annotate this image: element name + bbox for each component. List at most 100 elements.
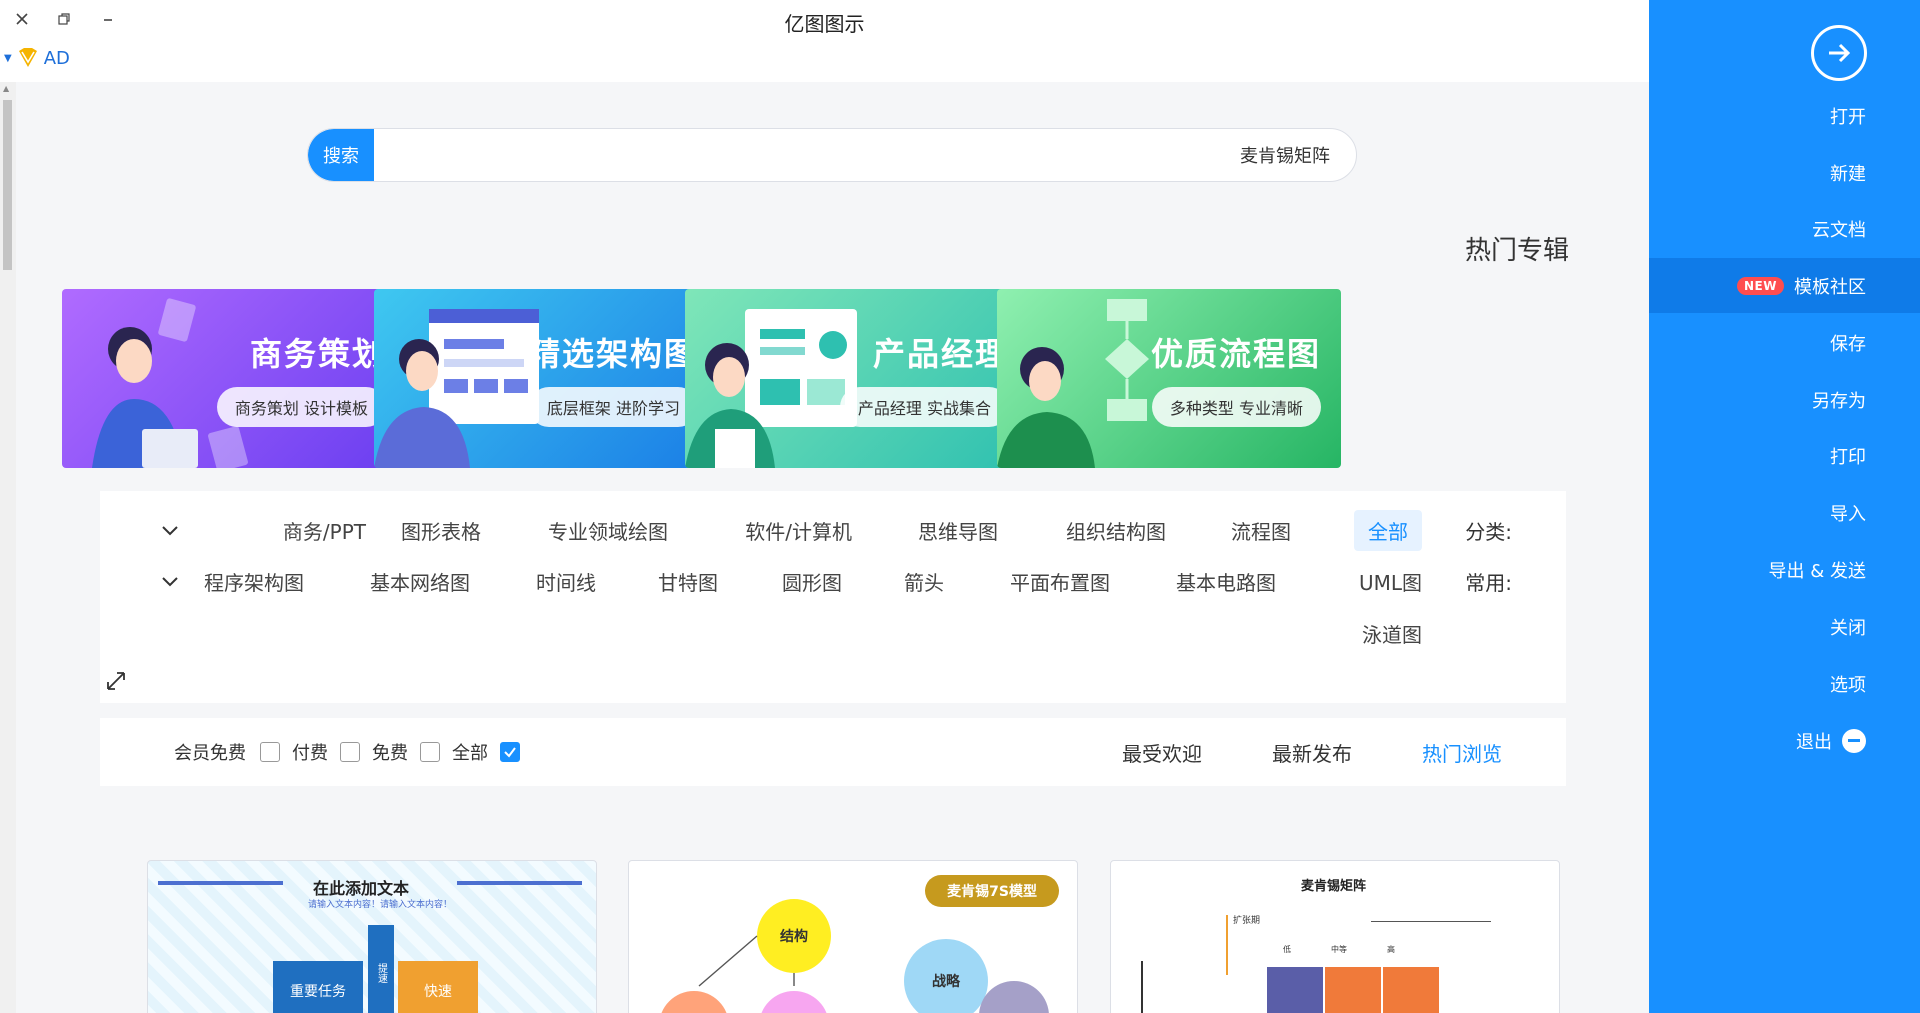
search-button[interactable]: 搜索 [308,129,374,181]
category-org-chart[interactable]: 组织结构图 [1066,516,1166,545]
card-arrow: 提速 [368,925,394,1013]
common-arrow[interactable]: 箭头 [904,567,944,596]
banner-product-manager[interactable]: 产品经理 产品经理 实战集合 [685,289,1029,468]
vip-diamond-icon [18,48,37,67]
category-flowchart[interactable]: 流程图 [1231,516,1291,545]
category-graphic-table[interactable]: 图形表格 [401,516,481,545]
tab-most-popular[interactable]: 最受欢迎 [1122,738,1202,767]
matrix-column: 中等 [1331,945,1347,954]
scroll-up-arrow-icon[interactable]: ▲ [3,84,9,93]
template-card[interactable]: 麦肯锡矩阵 扩张期 低 中等 高 [1110,860,1560,1013]
title-rule-left [158,881,283,885]
checkbox-all[interactable] [500,742,520,762]
checkbox-member-free[interactable] [260,742,280,762]
sidebar-item-exit[interactable]: 退出 [1649,713,1920,768]
common-gantt[interactable]: 甘特图 [658,567,718,596]
new-badge: NEW [1737,276,1784,295]
search-input[interactable] [388,129,1338,181]
category-row: 分类: 全部 流程图 组织结构图 思维导图 软件/计算机 专业领域绘图 图形表格… [100,506,1566,551]
checkbox-member-free-label: 会员免费 [174,743,246,764]
tab-latest[interactable]: 最新发布 [1272,738,1352,767]
category-all[interactable]: 全部 [1354,510,1422,551]
sidebar-item-label: 模板社区 [1794,276,1866,298]
template-card[interactable]: 在此添加文本 请输入文本内容！请输入文本内容！ 重要任务 提速 快速 [147,860,597,1013]
category-label: 分类: [1465,520,1512,544]
flowchart-illustration [997,299,1149,468]
app-title: 亿图图示 [784,12,865,36]
chevron-down-icon[interactable] [160,571,180,591]
banner-subtitle: 商务策划 设计模板 [216,387,386,427]
sidebar-item-print[interactable]: 打印 [1649,428,1920,483]
common-timeline[interactable]: 时间线 [536,567,596,596]
search-bar: 搜索 [307,128,1357,182]
sidebar-item-cloud[interactable]: 云文档 [1649,201,1920,256]
checkbox-free-label: 免费 [372,743,408,764]
scrollbar-thumb[interactable] [3,100,12,270]
sidebar-item-close[interactable]: 关闭 [1649,599,1920,654]
sidebar-item-save[interactable]: 保存 [1649,315,1920,370]
tab-hot-browse[interactable]: 热门浏览 [1422,738,1502,767]
filter-panel: 分类: 全部 流程图 组织结构图 思维导图 软件/计算机 专业领域绘图 图形表格… [100,491,1566,703]
matrix-column: 低 [1283,945,1291,954]
common-floor-plan[interactable]: 平面布置图 [1010,567,1110,596]
template-card[interactable]: 麦肯锡7S模型 结构 战略 [628,860,1078,1013]
sidebar-item-export[interactable]: 导出 & 发送 [1649,542,1920,597]
template-gallery: 搜索 热门专辑 商务策划 商务策划 设计模板 精选架构图 底层框架 进阶学习 [16,82,1649,1013]
common-circle[interactable]: 圆形图 [782,567,842,596]
open-button[interactable] [1811,25,1867,81]
chevron-down-icon[interactable] [160,520,180,540]
banner-flowchart[interactable]: 优质流程图 多种类型 专业清晰 [997,289,1341,468]
checkbox-all-label: 全部 [452,743,488,764]
banner-architecture[interactable]: 精选架构图 底层框架 进阶学习 [374,289,718,468]
sidebar-item-label: 导入 [1830,503,1866,525]
checkbox-paid[interactable] [340,742,360,762]
common-uml[interactable]: UML图 [1359,567,1422,596]
sidebar-item-label: 打印 [1830,446,1866,468]
category-business-ppt[interactable]: 商务/PPT [283,516,366,545]
category-software[interactable]: 软件/计算机 [745,516,852,545]
category-professional[interactable]: 专业领域绘图 [548,516,668,545]
sidebar-item-label: 选项 [1830,674,1866,696]
category-mind-map[interactable]: 思维导图 [918,516,998,545]
matrix-note: 扩张期 [1233,916,1261,926]
common-circuit[interactable]: 基本电路图 [1176,567,1276,596]
sidebar-item-options[interactable]: 选项 [1649,656,1920,711]
title-rule-right [457,881,582,885]
sidebar-item-open[interactable]: 打开 [1649,88,1920,143]
expand-icon[interactable] [104,669,128,693]
sidebar-item-label: 云文档 [1812,219,1866,241]
common-swimlane[interactable]: 泳道图 [1362,619,1422,648]
sidebar-item-label: 新建 [1830,163,1866,185]
minimize-window-button[interactable] [90,4,126,34]
sidebar-item-templates[interactable]: NEW 模板社区 [1649,258,1920,313]
checkbox-free[interactable] [420,742,440,762]
matrix-y-axis [1141,961,1143,1013]
checkbox-paid-label: 付费 [292,743,328,764]
minimize-icon [104,19,112,21]
banner-subtitle: 底层框架 进阶学习 [528,387,698,427]
card-title: 在此添加文本 [313,879,410,898]
sidebar-item-label: 退出 [1796,731,1832,753]
card-block: 重要任务 [273,961,363,1013]
ad-indicator[interactable]: ▼ AD [4,46,70,70]
banner-business-planning[interactable]: 商务策划 商务策划 设计模板 [62,289,406,468]
close-window-button[interactable] [4,4,40,34]
sidebar-item-label: 导出 & 发送 [1768,560,1866,582]
card-title: 麦肯锡矩阵 [1301,879,1367,894]
banner-title: 产品经理 [872,335,1009,373]
restore-window-button[interactable] [46,4,82,34]
common-program-architecture[interactable]: 程序架构图 [204,567,304,596]
matrix-cell [1267,967,1323,1013]
banner-title: 优质流程图 [1150,335,1321,373]
banner-title: 商务策划 [249,335,386,373]
sidebar-item-new[interactable]: 新建 [1649,145,1920,200]
common-network[interactable]: 基本网络图 [370,567,470,596]
banner-subtitle: 多种类型 专业清晰 [1151,387,1321,427]
sidebar-item-save-as[interactable]: 另存为 [1649,372,1920,427]
architecture-illustration [374,309,539,468]
caret-down-icon: ▼ [4,52,12,64]
sidebar-item-import[interactable]: 导入 [1649,485,1920,540]
sidebar-item-label: 关闭 [1830,617,1866,639]
close-icon [16,13,28,25]
sidebar-item-label: 打开 [1830,106,1866,128]
